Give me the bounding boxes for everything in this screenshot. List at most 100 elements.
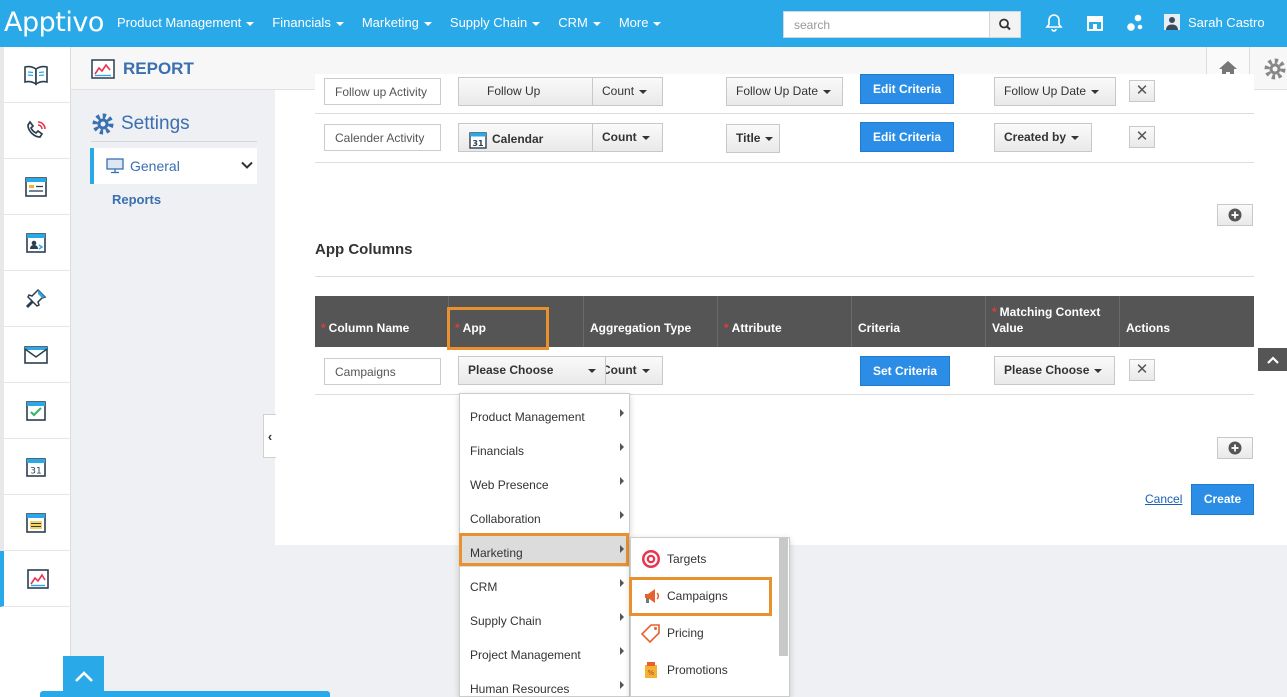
close-icon: ✕ — [1135, 128, 1149, 145]
price-tag-icon — [641, 623, 660, 643]
settings-sidebar: Settings General Reports — [71, 90, 275, 545]
sidebar-item-email[interactable] — [0, 327, 71, 383]
header-column-name: * Column Name — [315, 296, 449, 347]
set-criteria-button[interactable]: Set Criteria — [860, 356, 950, 386]
settings-heading: Settings — [91, 112, 190, 136]
chevron-left-icon: ‹ — [267, 428, 273, 444]
app-select[interactable]: 31 Calendar — [458, 123, 608, 152]
header-matching-context-value: * Matching Context Value — [986, 296, 1120, 347]
sidebar-item-tasks[interactable] — [0, 383, 71, 439]
settings-general-item[interactable]: General — [90, 148, 257, 184]
settings-reports-link[interactable]: Reports — [112, 192, 161, 207]
contact-icon — [25, 232, 46, 253]
user-icon — [1164, 14, 1180, 30]
report-chart-icon — [91, 59, 115, 79]
menu-item-web-presence[interactable]: Web Presence — [460, 465, 629, 499]
app-select[interactable]: Please Choose — [458, 356, 606, 385]
submenu-item-promotions[interactable]: % Promotions — [631, 651, 779, 688]
caret-right-icon — [620, 409, 624, 417]
add-app-column-button[interactable] — [1217, 437, 1253, 459]
header-actions: Actions — [1126, 321, 1171, 335]
menu-item-financials[interactable]: Financials — [460, 431, 629, 465]
sidebar-item-notes[interactable] — [0, 495, 71, 551]
menu-item-project-management[interactable]: Project Management — [460, 635, 629, 669]
remove-row-button[interactable]: ✕ — [1129, 359, 1155, 381]
phone-icon — [26, 120, 46, 138]
table-row: Calender Activity 31 Calendar Count Title… — [315, 114, 1254, 163]
menu-item-crm[interactable]: CRM — [460, 567, 629, 601]
scroll-clip — [315, 74, 1254, 90]
search-button[interactable] — [989, 11, 1021, 38]
divider — [315, 276, 1254, 277]
checklist-icon — [25, 400, 46, 421]
context-select[interactable]: Please Choose — [994, 356, 1115, 385]
sidebar-item-contacts[interactable] — [0, 215, 71, 271]
edit-criteria-button[interactable]: Edit Criteria — [860, 122, 954, 152]
main-menu: Product Management Financials Marketing … — [108, 0, 670, 47]
submenu-item-targets[interactable]: Targets — [631, 540, 779, 577]
sidebar-item-calendar[interactable]: 31 — [0, 439, 71, 495]
collapse-sidebar-button[interactable]: ‹ — [263, 414, 276, 458]
share-icon[interactable] — [1125, 13, 1145, 33]
top-navigation-bar: Apptivo Product Management Financials Ma… — [0, 0, 1287, 47]
store-icon[interactable] — [1085, 13, 1105, 33]
menu-item-marketing[interactable]: Marketing — [460, 533, 629, 567]
menu-item-product-management[interactable]: Product Management — [460, 397, 629, 431]
submenu-item-pricing[interactable]: Pricing — [631, 614, 779, 651]
caret-right-icon — [620, 681, 624, 689]
calendar-icon: 31 — [25, 457, 46, 477]
search-icon — [999, 18, 1011, 31]
page-title: REPORT — [91, 59, 194, 79]
add-activity-row-button[interactable] — [1217, 204, 1253, 226]
scrollbar[interactable] — [779, 538, 788, 656]
apptivo-logo[interactable]: Apptivo — [4, 7, 104, 38]
nav-more[interactable]: More — [610, 0, 671, 47]
chevron-down-icon[interactable] — [241, 159, 253, 171]
sidebar-item-pins[interactable] — [0, 271, 71, 327]
nav-financials[interactable]: Financials — [263, 0, 353, 47]
menu-item-collaboration[interactable]: Collaboration — [460, 499, 629, 533]
nav-crm[interactable]: CRM — [549, 0, 610, 47]
sidebar-item-forms[interactable] — [0, 159, 71, 215]
nav-marketing[interactable]: Marketing — [353, 0, 441, 47]
sidebar-item-knowledge[interactable] — [0, 47, 71, 103]
remove-row-button[interactable]: ✕ — [1129, 126, 1155, 148]
caret-right-icon — [620, 579, 624, 587]
app-columns-table-header: * Column Name * App Aggregation Type * Attr… — [315, 296, 1254, 347]
user-menu[interactable]: Sarah Castro — [1164, 14, 1265, 30]
gear-icon — [92, 113, 114, 135]
attribute-select[interactable]: Title — [726, 124, 780, 153]
promotion-icon: % — [645, 661, 657, 678]
menu-item-supply-chain[interactable]: Supply Chain — [460, 601, 629, 635]
nav-supply-chain[interactable]: Supply Chain — [441, 0, 549, 47]
caret-right-icon — [620, 443, 624, 451]
caret-right-icon — [620, 511, 624, 519]
caret-right-icon — [620, 647, 624, 655]
create-button[interactable]: Create — [1191, 484, 1254, 515]
section-title-app-columns: App Columns — [315, 241, 413, 258]
search-input[interactable]: search — [783, 11, 991, 38]
divider — [91, 141, 257, 142]
column-name-input[interactable]: Calender Activity — [324, 124, 441, 151]
caret-down-icon — [423, 21, 432, 26]
cancel-link[interactable]: Cancel — [1145, 492, 1182, 506]
menu-item-human-resources[interactable]: Human Resources — [460, 669, 629, 697]
caret-right-icon — [620, 477, 624, 485]
nav-product-management[interactable]: Product Management — [108, 0, 263, 47]
plus-circle-icon — [1228, 441, 1242, 455]
caret-right-icon — [620, 545, 624, 553]
sidebar-item-reports[interactable] — [0, 551, 71, 607]
marketing-submenu: Targets Campaigns Pricing % Promotions — [630, 537, 790, 697]
sidebar-item-calls[interactable] — [0, 103, 71, 159]
column-name-input[interactable]: Campaigns — [324, 358, 441, 385]
app-dropdown-menu: Product Management Financials Web Presen… — [459, 393, 630, 697]
megaphone-icon — [645, 588, 660, 603]
context-select[interactable]: Created by — [994, 123, 1092, 152]
bell-icon[interactable] — [1044, 13, 1064, 33]
gear-icon[interactable] — [1263, 57, 1287, 81]
scroll-to-top-button[interactable] — [1258, 348, 1287, 371]
user-name: Sarah Castro — [1188, 14, 1265, 30]
submenu-item-campaigns[interactable]: Campaigns — [631, 577, 779, 614]
chat-bar[interactable] — [40, 691, 330, 697]
aggregation-select[interactable]: Count — [592, 123, 663, 152]
